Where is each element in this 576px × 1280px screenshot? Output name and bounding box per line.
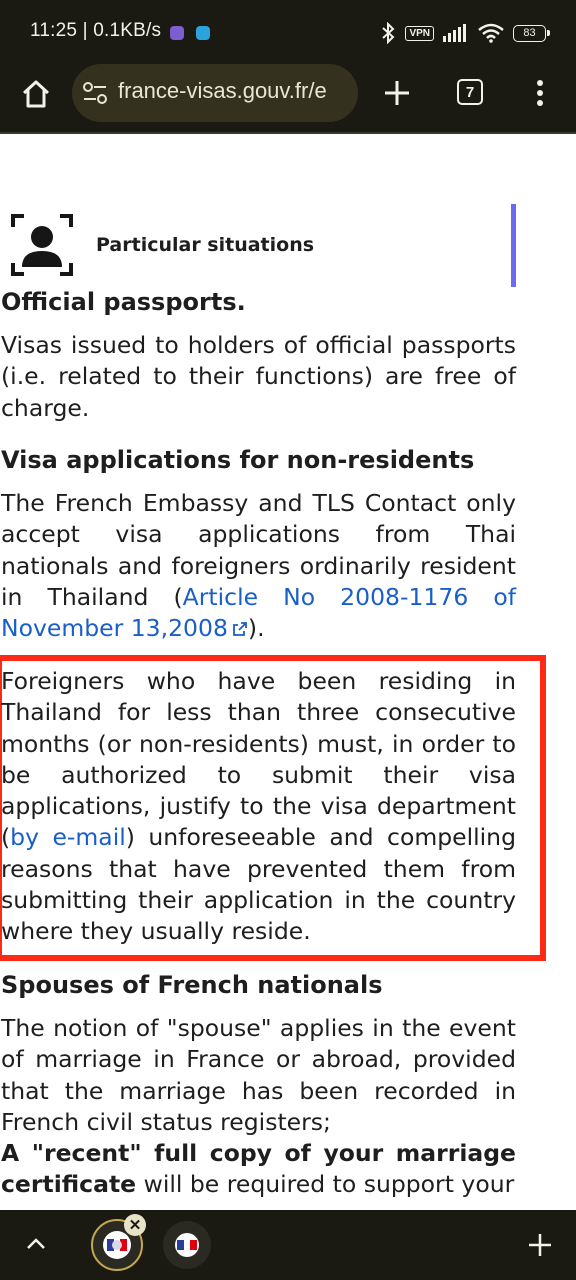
tab-thumbnail-gouv[interactable] (163, 1221, 211, 1269)
site-settings-icon[interactable] (82, 81, 108, 105)
status-bar: 11:25 | 0.1KB/s VPN 83 (0, 0, 576, 64)
heading-spouses: Spouses of French nationals (1, 971, 383, 999)
web-page: Particular situations Official passports… (0, 136, 576, 1210)
telegram-icon (196, 26, 210, 40)
bluetooth-icon (382, 22, 395, 44)
paragraph-non-residents: The French Embassy and TLS Contact only … (1, 489, 516, 643)
gouv-logo-icon (175, 1233, 199, 1257)
accent-bar (511, 204, 516, 287)
viber-icon (170, 26, 184, 40)
person-icon (11, 214, 73, 276)
external-link-icon[interactable] (232, 621, 248, 637)
signal-icon (443, 24, 466, 42)
new-tab-icon[interactable] (382, 78, 412, 108)
wifi-icon (478, 23, 504, 43)
email-link[interactable]: by e-mail (10, 823, 126, 851)
chevron-up-icon[interactable] (24, 1232, 48, 1256)
url-text[interactable]: france-visas.gouv.fr/e (118, 78, 327, 104)
battery-icon: 83 (513, 24, 550, 42)
bottom-tab-bar: ✕ (0, 1210, 576, 1280)
paragraph-official-passports: Visas issued to holders of official pass… (1, 331, 516, 422)
status-time: 11:25 | 0.1KB/s (30, 20, 162, 41)
menu-icon[interactable] (530, 78, 550, 108)
paragraph-foreigners: Foreigners who have been residing in Tha… (1, 667, 516, 946)
home-icon[interactable] (20, 78, 52, 110)
heading-non-residents: Visa applications for non-residents (1, 446, 475, 474)
vpn-icon: VPN (405, 25, 434, 41)
browser-toolbar: france-visas.gouv.fr/e 7 (0, 64, 576, 134)
address-bar[interactable]: france-visas.gouv.fr/e (72, 64, 358, 122)
paragraph-spouses: The notion of "spouse" applies in the ev… (1, 1014, 516, 1199)
close-icon[interactable]: ✕ (124, 1214, 146, 1236)
heading-official-passports: Official passports. (1, 288, 246, 316)
add-tab-icon[interactable] (527, 1232, 553, 1258)
tab-switcher-icon[interactable]: 7 (457, 79, 483, 105)
section-label: Particular situations (96, 234, 315, 256)
